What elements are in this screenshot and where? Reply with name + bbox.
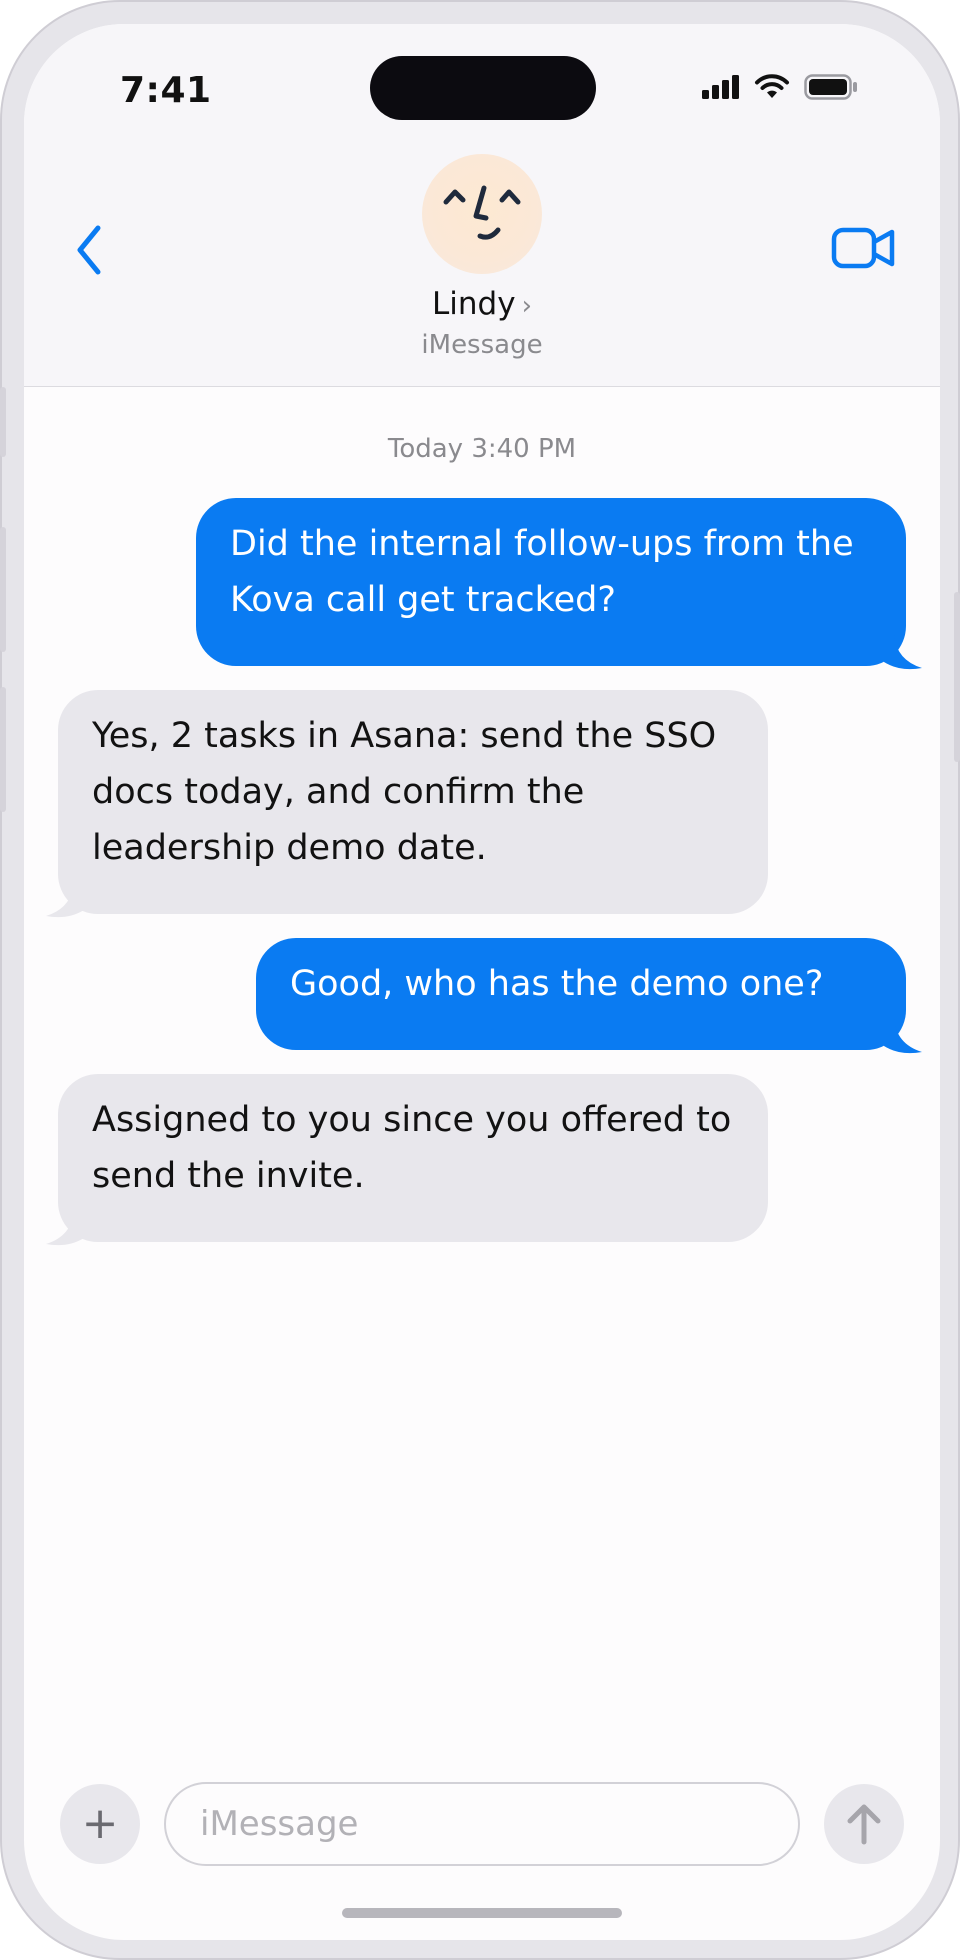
bubble-tail: [46, 1210, 84, 1246]
message-text: Good, who has the demo one?: [290, 964, 824, 1004]
message-input[interactable]: [164, 1782, 800, 1866]
smiling-face-icon: [443, 185, 521, 240]
side-button: [954, 592, 960, 762]
outgoing-message[interactable]: Did the internal follow-ups from the Kov…: [196, 498, 906, 666]
cellular-signal-icon: [702, 75, 739, 99]
volume-down-button: [0, 687, 6, 812]
chevron-right-icon: ›: [521, 291, 532, 321]
contact-avatar[interactable]: [422, 154, 542, 274]
screen: 7:41 Lindy › iMessage Today 3:40 PM Did …: [24, 24, 940, 1940]
conversation-header: 7:41 Lindy › iMessage: [24, 24, 940, 387]
bubble-tail: [46, 882, 84, 918]
contact-name-row[interactable]: Lindy ›: [24, 286, 940, 322]
volume-up-button: [0, 527, 6, 652]
composer-bar: +: [24, 1782, 940, 1884]
dynamic-island: [370, 56, 596, 120]
service-label: iMessage: [421, 330, 543, 360]
status-time: 7:41: [120, 70, 212, 111]
add-attachment-button[interactable]: +: [60, 1784, 140, 1864]
wifi-icon: [755, 74, 789, 98]
message-timestamp: Today 3:40 PM: [387, 434, 577, 464]
incoming-message[interactable]: Yes, 2 tasks in Asana: send the SSO docs…: [58, 690, 768, 914]
outgoing-message[interactable]: Good, who has the demo one?: [256, 938, 906, 1050]
message-text: Assigned to you since you offered to sen…: [92, 1100, 732, 1196]
home-indicator[interactable]: [342, 1908, 622, 1918]
status-icons: [702, 74, 858, 100]
contact-name: Lindy: [432, 286, 516, 322]
phone-frame: 7:41 Lindy › iMessage Today 3:40 PM Did …: [0, 0, 960, 1960]
chevron-left-icon: [77, 225, 101, 275]
video-call-button[interactable]: [830, 220, 900, 276]
message-text: Yes, 2 tasks in Asana: send the SSO docs…: [92, 716, 717, 868]
bubble-tail: [884, 1018, 922, 1054]
video-camera-icon: [831, 227, 895, 269]
incoming-message[interactable]: Assigned to you since you offered to sen…: [58, 1074, 768, 1242]
bubble-tail: [884, 634, 922, 670]
action-button: [0, 387, 6, 457]
battery-icon: [804, 74, 857, 100]
back-button[interactable]: [62, 212, 122, 292]
arrow-up-icon: [847, 1804, 881, 1845]
message-text: Did the internal follow-ups from the Kov…: [230, 524, 854, 620]
send-button[interactable]: [824, 1784, 904, 1864]
